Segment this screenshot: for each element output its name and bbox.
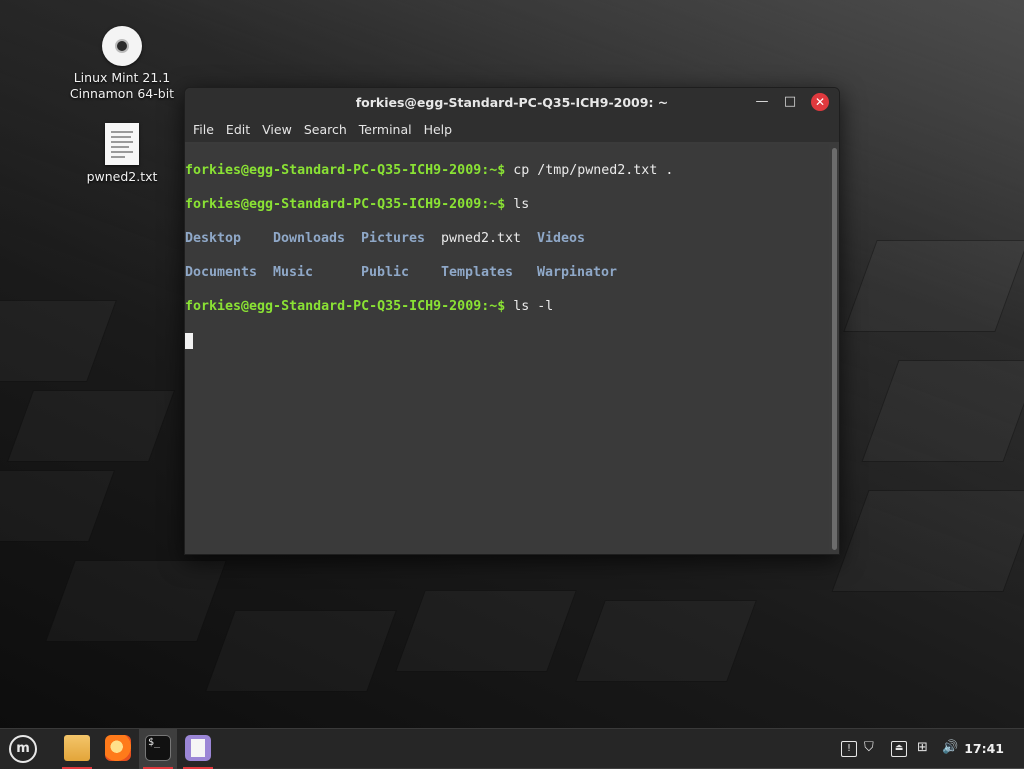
- command: ls -l: [505, 299, 554, 314]
- ls-entry: Public: [361, 265, 410, 280]
- ls-entry: Videos: [537, 231, 586, 246]
- command: ls: [505, 197, 530, 212]
- clock[interactable]: 17:41: [964, 741, 1004, 756]
- taskbar-terminal[interactable]: $_: [139, 729, 177, 769]
- ls-entry: Templates: [441, 265, 514, 280]
- ls-output-row: Documents Music Public Templates Warpinator: [185, 264, 829, 281]
- window-title: forkies@egg-Standard-PC-Q35-ICH9-2009: ~: [355, 95, 669, 110]
- desktop-icon-label: Cinnamon 64-bit: [69, 86, 175, 101]
- menu-bar: File Edit View Search Terminal Help: [185, 116, 839, 142]
- command: cp /tmp/pwned2.txt .: [505, 163, 674, 178]
- menu-file[interactable]: File: [189, 122, 222, 137]
- removable-drives-icon[interactable]: ⏏: [891, 741, 907, 757]
- terminal-line: forkies@egg-Standard-PC-Q35-ICH9-2009:~$…: [185, 196, 829, 213]
- menu-edit[interactable]: Edit: [222, 122, 258, 137]
- minimize-button[interactable]: —: [753, 93, 771, 111]
- window-titlebar[interactable]: forkies@egg-Standard-PC-Q35-ICH9-2009: ~…: [185, 88, 839, 116]
- text-cursor: [185, 333, 193, 349]
- desktop-icon-mint-disc[interactable]: Linux Mint 21.1 Cinnamon 64-bit: [67, 26, 177, 102]
- ls-entry: Warpinator: [537, 265, 618, 280]
- ls-entry: pwned2.txt: [441, 231, 522, 246]
- volume-icon[interactable]: 🔊: [942, 740, 958, 756]
- desktop-icon-label: Linux Mint 21.1: [73, 70, 171, 85]
- ls-entry: Music: [273, 265, 314, 280]
- files-icon: [64, 735, 90, 761]
- terminal-line: forkies@egg-Standard-PC-Q35-ICH9-2009:~$…: [185, 298, 829, 315]
- text-editor-icon: [185, 735, 211, 761]
- text-file-icon: [105, 123, 139, 165]
- firefox-icon: [105, 735, 131, 761]
- desktop-icon-label: pwned2.txt: [86, 169, 158, 184]
- menu-terminal[interactable]: Terminal: [355, 122, 420, 137]
- terminal-line: [185, 332, 829, 349]
- ls-entry: Desktop: [185, 231, 242, 246]
- prompt: forkies@egg-Standard-PC-Q35-ICH9-2009:~$: [185, 299, 506, 314]
- close-button[interactable]: ✕: [811, 93, 829, 111]
- terminal-scrollbar[interactable]: [832, 148, 837, 550]
- taskbar-files[interactable]: [58, 729, 96, 769]
- menu-help[interactable]: Help: [420, 122, 461, 137]
- disc-icon: [102, 26, 142, 66]
- notifications-icon[interactable]: !: [841, 741, 857, 757]
- maximize-button[interactable]: □: [781, 93, 799, 111]
- linux-mint-logo-icon: m: [9, 735, 37, 763]
- taskbar-firefox[interactable]: [99, 729, 137, 769]
- prompt: forkies@egg-Standard-PC-Q35-ICH9-2009:~$: [185, 197, 506, 212]
- terminal-line: forkies@egg-Standard-PC-Q35-ICH9-2009:~$…: [185, 162, 829, 179]
- ls-entry: Pictures: [361, 231, 426, 246]
- network-icon[interactable]: ⊞: [917, 740, 928, 756]
- taskbar-text-editor[interactable]: [179, 729, 217, 769]
- start-menu-button[interactable]: m: [2, 729, 40, 769]
- terminal-output[interactable]: forkies@egg-Standard-PC-Q35-ICH9-2009:~$…: [185, 144, 829, 554]
- terminal-window[interactable]: forkies@egg-Standard-PC-Q35-ICH9-2009: ~…: [184, 87, 840, 555]
- ls-entry: Documents: [185, 265, 258, 280]
- prompt: forkies@egg-Standard-PC-Q35-ICH9-2009:~$: [185, 163, 506, 178]
- menu-view[interactable]: View: [258, 122, 300, 137]
- ls-entry: Downloads: [273, 231, 346, 246]
- menu-search[interactable]: Search: [300, 122, 355, 137]
- update-manager-icon[interactable]: ⛉: [864, 740, 874, 756]
- taskbar: m $_ ! ⛉ ⏏ ⊞ 🔊 17:41: [0, 728, 1024, 769]
- terminal-icon: $_: [145, 735, 171, 761]
- ls-output-row: Desktop Downloads Pictures pwned2.txt Videos: [185, 230, 829, 247]
- desktop-icon-pwned2[interactable]: pwned2.txt: [67, 123, 177, 185]
